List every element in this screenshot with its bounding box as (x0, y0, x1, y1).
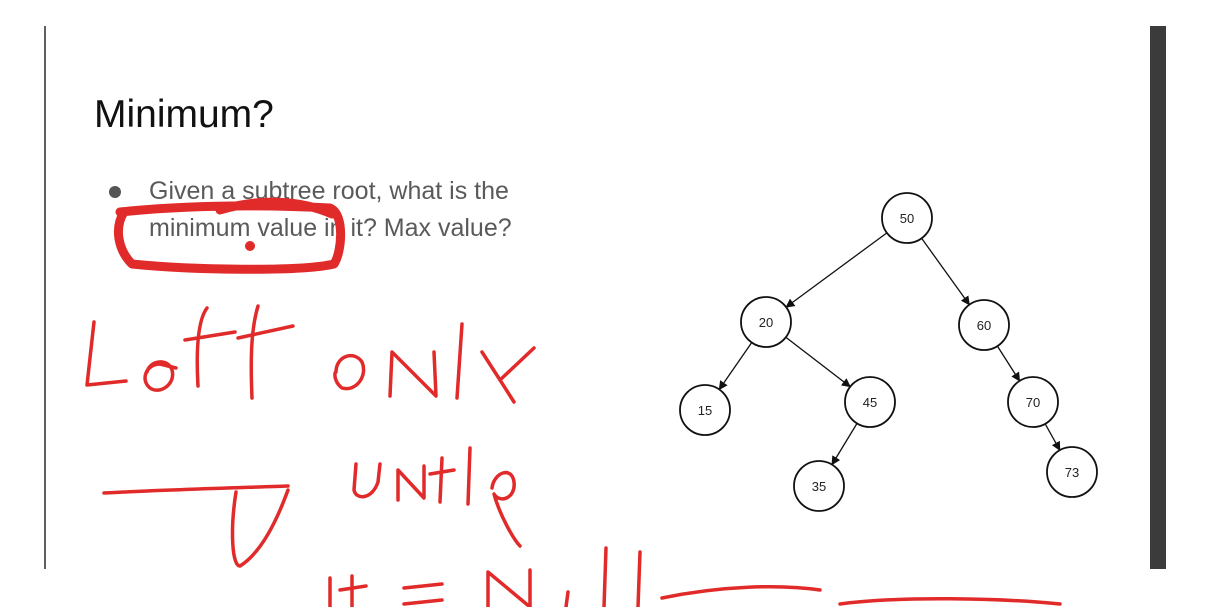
handwriting-until (352, 446, 522, 548)
highlight-dot (245, 241, 255, 251)
handwriting-arrow (102, 484, 290, 568)
handwriting-left-only (85, 304, 536, 404)
highlight-circle (113, 197, 346, 274)
handwriting-it-null (328, 546, 1062, 607)
handwritten-annotations (85, 197, 1062, 607)
